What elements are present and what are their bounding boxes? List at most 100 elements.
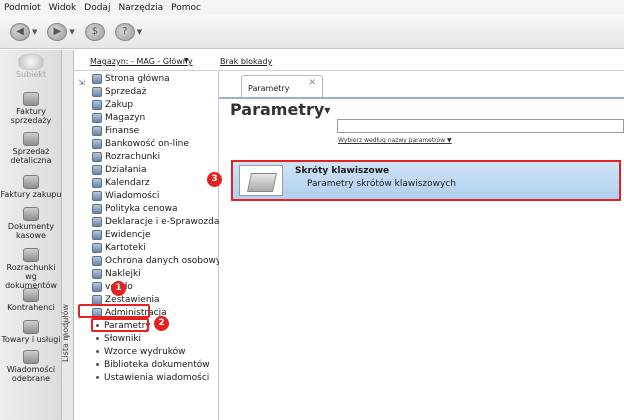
chevron-down-icon[interactable]: ▼: [137, 28, 142, 36]
forward-button[interactable]: ▶ ▼: [47, 22, 75, 41]
tree-subitem-ustawienia[interactable]: Ustawienia wiadomości: [96, 371, 209, 384]
module-list-tab[interactable]: [62, 50, 74, 420]
cash-register-icon: [23, 132, 39, 146]
menu-widok[interactable]: Widok: [49, 3, 77, 13]
warehouse-icon: [92, 112, 102, 123]
goods-icon: [23, 320, 39, 334]
help-icon: ?: [114, 22, 135, 41]
back-button[interactable]: ◀ ▼: [10, 22, 37, 41]
menu-podmiot[interactable]: Podmiot: [4, 3, 41, 13]
search-input[interactable]: [337, 119, 624, 133]
tree-item-dzialania[interactable]: Działania: [92, 163, 146, 176]
tab-parametry[interactable]: Parametry ✕: [241, 75, 323, 97]
menu-bar: Podmiot Widok Dodaj Narzędzia Pomoc: [0, 0, 624, 15]
purchase-icon: [23, 175, 39, 189]
tree-item-label: Wiadomości: [105, 190, 160, 201]
sidebar-item-faktury-sprzedazy[interactable]: Faktury sprzedaży: [0, 92, 62, 125]
step-badge-3: 3: [207, 172, 222, 187]
tree-subitem-wzorce[interactable]: Wzorce wydruków: [96, 345, 186, 358]
main-panel: Parametry ✕ Parametry▼ Wybierz według na…: [219, 71, 624, 420]
sidebar-item-label: Kontrahenci: [7, 303, 55, 312]
chevron-down-icon[interactable]: ▼: [32, 28, 37, 36]
close-icon[interactable]: ✕: [308, 78, 316, 88]
bank-icon: [92, 138, 102, 149]
forward-icon: ▶: [47, 22, 68, 41]
tree-subitem-label: Ustawienia wiadomości: [104, 372, 210, 383]
tree-subitem-slowniki[interactable]: Słowniki: [96, 332, 141, 345]
logo-icon: [18, 54, 44, 70]
page-title[interactable]: Parametry▼: [230, 100, 330, 119]
sidebar-item-sprzedaz-detaliczna[interactable]: Sprzedaż detaliczna: [0, 132, 62, 165]
tree-item-polityka-cenowa[interactable]: Polityka cenowa: [92, 202, 177, 215]
tree-item-magazyn[interactable]: Magazyn: [92, 111, 145, 124]
info-bar: Magazyn: - MAG - Główny ▼ Brak blokady: [74, 56, 624, 70]
tree-item-label: Sprzedaż: [105, 86, 147, 97]
help-button[interactable]: ? ▼: [114, 22, 142, 41]
declaration-icon: [92, 216, 102, 227]
sidebar-item-dokumenty-kasowe[interactable]: Dokumenty kasowe: [0, 207, 62, 240]
tree-item-zakup[interactable]: Zakup: [92, 98, 133, 111]
tree-item-ochrona-danych[interactable]: Ochrona danych osobowych: [92, 254, 232, 267]
sidebar-item-label: Faktury sprzedaży: [10, 107, 52, 125]
messages-icon: [92, 190, 102, 201]
tree-item-label: Zestawienia: [105, 294, 160, 305]
chevron-down-icon: ▼: [324, 106, 331, 115]
tree-item-finanse[interactable]: Finanse: [92, 124, 139, 137]
highlight-administracja: [78, 304, 150, 318]
tree-item-label: Strona główna: [105, 73, 170, 84]
tree-item-label: Finanse: [105, 125, 140, 136]
chevron-down-icon[interactable]: ▼: [184, 57, 189, 64]
vendo-icon: [92, 281, 102, 292]
sidebar-item-label: Dokumenty kasowe: [7, 222, 55, 240]
tree-item-strona-glowna[interactable]: Strona główna: [92, 72, 170, 85]
bullet-icon: [96, 363, 99, 366]
settlements-icon: [92, 151, 102, 162]
warehouse-selector[interactable]: Magazyn: - MAG - Główny: [90, 57, 193, 66]
menu-pomoc[interactable]: Pomoc: [171, 3, 201, 13]
search-filter-link[interactable]: Wybierz według nazwy parametrów ▼: [338, 137, 452, 144]
chevron-down-icon[interactable]: ▼: [69, 28, 74, 36]
toolbar: ◀ ▼ ▶ ▼ $ ? ▼: [0, 15, 624, 49]
chevron-right-icon[interactable]: >: [64, 332, 71, 341]
lock-status-link[interactable]: Brak blokady: [220, 57, 272, 66]
tree-subitem-label: Słowniki: [104, 333, 142, 344]
tree-item-wiadomosci[interactable]: Wiadomości: [92, 189, 159, 202]
step-badge-1: 1: [111, 281, 126, 296]
actions-icon: [92, 164, 102, 175]
bullet-icon: [96, 337, 99, 340]
invoice-icon: [23, 92, 39, 106]
result-description: Parametry skrótów klawiszowych: [307, 179, 456, 189]
highlight-parametry: [91, 318, 149, 332]
sidebar-item-label: Rozrachunki wg dokumentów: [5, 263, 57, 290]
list-item[interactable]: Skróty klawiszowe Parametry skrótów klaw…: [231, 160, 621, 201]
sidebar-item-faktury-zakupu[interactable]: Faktury zakupu: [0, 175, 62, 199]
step-badge-2: 2: [154, 316, 169, 331]
money-button[interactable]: $: [84, 22, 105, 41]
tree-item-kartoteki[interactable]: Kartoteki: [92, 241, 146, 254]
records-icon: [92, 229, 102, 240]
pin-icon[interactable]: ⇲: [78, 78, 85, 87]
sidebar-item-wiadomosci[interactable]: Wiadomości odebrane: [0, 350, 62, 383]
tree-subitem-biblioteka[interactable]: Biblioteka dokumentów: [96, 358, 210, 371]
sidebar-item-label: Wiadomości odebrane: [6, 365, 56, 383]
tree-item-rozrachunki[interactable]: Rozrachunki: [92, 150, 160, 163]
tree-item-label: Naklejki: [105, 268, 141, 279]
result-title: Skróty klawiszowe: [295, 166, 390, 176]
tree-item-ewidencje[interactable]: Ewidencje: [92, 228, 151, 241]
menu-narzedzia[interactable]: Narzędzia: [118, 3, 163, 13]
sidebar-item-label: Sprzedaż detaliczna: [10, 147, 52, 165]
tree-item-kalendarz[interactable]: Kalendarz: [92, 176, 150, 189]
sidebar-item-label: Towary i usługi: [1, 335, 61, 344]
sidebar-item-towary[interactable]: Towary i usługi: [0, 320, 62, 344]
tree-item-naklejki[interactable]: Naklejki: [92, 267, 141, 280]
purchase-icon: [92, 99, 102, 110]
messages-icon: [23, 350, 39, 364]
sidebar-item-label: Faktury zakupu: [0, 190, 62, 199]
sidebar-item-rozrachunki[interactable]: Rozrachunki wg dokumentów: [0, 248, 62, 290]
tree-item-bankowosc[interactable]: Bankowość on-line: [92, 137, 189, 150]
chevron-right-icon[interactable]: >: [64, 318, 71, 327]
menu-dodaj[interactable]: Dodaj: [84, 3, 110, 13]
tree-item-sprzedaz[interactable]: Sprzedaż: [92, 85, 146, 98]
sidebar-item-kontrahenci[interactable]: Kontrahenci: [0, 288, 62, 312]
tree-item-label: Ewidencje: [105, 229, 151, 240]
